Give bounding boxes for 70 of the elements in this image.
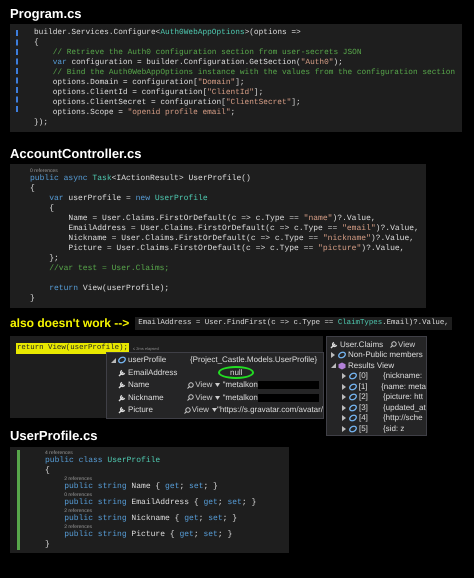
code-line: public async Task<IActionResult> UserProfile() bbox=[30, 174, 252, 184]
object-icon bbox=[338, 351, 346, 360]
code-line: Nickname = User.Claims.FirstOrDefault(c => c.Type == "nickname")?.Value, bbox=[67, 234, 416, 244]
file-heading: AccountController.cs bbox=[10, 146, 142, 162]
item-value: {nickname: bbox=[383, 370, 422, 382]
collapse-arrow-icon[interactable] bbox=[330, 363, 336, 368]
file-heading: UserProfile.cs bbox=[10, 428, 98, 444]
code-line: EmailAddress = User.Claims.FirstOrDefault(c => c.Type == "email")?.Value, bbox=[67, 224, 420, 234]
tree-label: Results View bbox=[348, 360, 394, 372]
code-line: { bbox=[45, 466, 51, 476]
view-button[interactable]: View bbox=[184, 404, 217, 416]
search-icon bbox=[187, 394, 194, 402]
wrench-icon bbox=[330, 340, 338, 348]
item-value: {name: meta bbox=[381, 380, 426, 393]
search-icon bbox=[390, 341, 397, 348]
code-line: return View(userProfile); bbox=[48, 284, 170, 294]
item-index: [1] bbox=[358, 380, 368, 393]
wrench-icon bbox=[118, 394, 126, 402]
property-name: userProfile bbox=[128, 354, 168, 366]
code-line: public string EmailAddress { get; set; } bbox=[63, 498, 258, 508]
property-value: "metalkon bbox=[222, 379, 258, 392]
wrench-icon bbox=[118, 381, 126, 390]
caret-icon bbox=[215, 383, 220, 388]
search-icon bbox=[187, 382, 194, 389]
expand-arrow-icon[interactable] bbox=[330, 352, 336, 358]
property-value: "https://s.gravatar.com/avatar/ bbox=[217, 404, 323, 416]
property-value: "metalkon bbox=[222, 392, 258, 404]
code-line: public string Nickname { get; set; } bbox=[63, 514, 238, 524]
item-value: {picture: htt bbox=[383, 391, 424, 404]
code-line: Picture = User.Claims.FirstOrDefault(c => c.Type == "picture")?.Value, bbox=[67, 244, 406, 254]
item-index: [2] bbox=[359, 391, 369, 404]
circled-value: null bbox=[218, 366, 254, 380]
search-icon bbox=[184, 406, 191, 414]
item-index: [0] bbox=[359, 370, 369, 382]
wrench-icon bbox=[118, 406, 126, 414]
code-line: { bbox=[48, 204, 56, 214]
cube-icon bbox=[338, 362, 346, 370]
wrench-icon bbox=[118, 368, 126, 377]
view-button[interactable]: View bbox=[187, 379, 223, 392]
item-value: {updated_at bbox=[383, 402, 426, 414]
property-name: EmailAddress bbox=[128, 366, 178, 379]
code-line: } bbox=[30, 294, 36, 304]
tree-label: Non-Public members bbox=[348, 349, 423, 362]
caret-icon bbox=[215, 396, 220, 400]
code-line: { bbox=[30, 184, 36, 194]
property-name: Nickname bbox=[128, 392, 165, 404]
watch-title: User.Claims bbox=[340, 338, 384, 350]
item-value: {http://sche bbox=[383, 412, 423, 424]
code-line: public class UserProfile bbox=[45, 456, 162, 466]
property-name: Name bbox=[128, 379, 150, 392]
code-line: public string Picture { get; set; } bbox=[63, 530, 234, 540]
code-line: //var test = User.Claims; bbox=[48, 264, 170, 274]
code-line: Name = User.Claims.FirstOrDefault(c => c.Type == "name")?.Value, bbox=[67, 214, 377, 224]
property-name: Picture bbox=[128, 404, 154, 416]
file-heading: Program.cs bbox=[10, 6, 83, 22]
object-icon bbox=[118, 356, 126, 364]
code-line: public string Name { get; set; } bbox=[63, 482, 219, 492]
view-button[interactable]: View bbox=[187, 392, 223, 404]
item-index: [4] bbox=[359, 412, 369, 424]
item-value: {sid: z bbox=[383, 422, 404, 435]
item-index: [5] bbox=[359, 422, 369, 435]
property-value: {Project_Castle.Models.UserProfile} bbox=[190, 354, 318, 366]
expand-arrow-icon[interactable] bbox=[111, 358, 116, 363]
item-index: [3] bbox=[359, 402, 369, 414]
code-line: var userProfile = new UserProfile bbox=[48, 194, 209, 204]
code-line: }; bbox=[48, 254, 60, 264]
code-line: } bbox=[45, 540, 51, 550]
annotation-text: also doesn't work --> bbox=[10, 315, 130, 332]
caret-icon bbox=[212, 408, 217, 412]
view-button[interactable]: View bbox=[390, 338, 416, 350]
